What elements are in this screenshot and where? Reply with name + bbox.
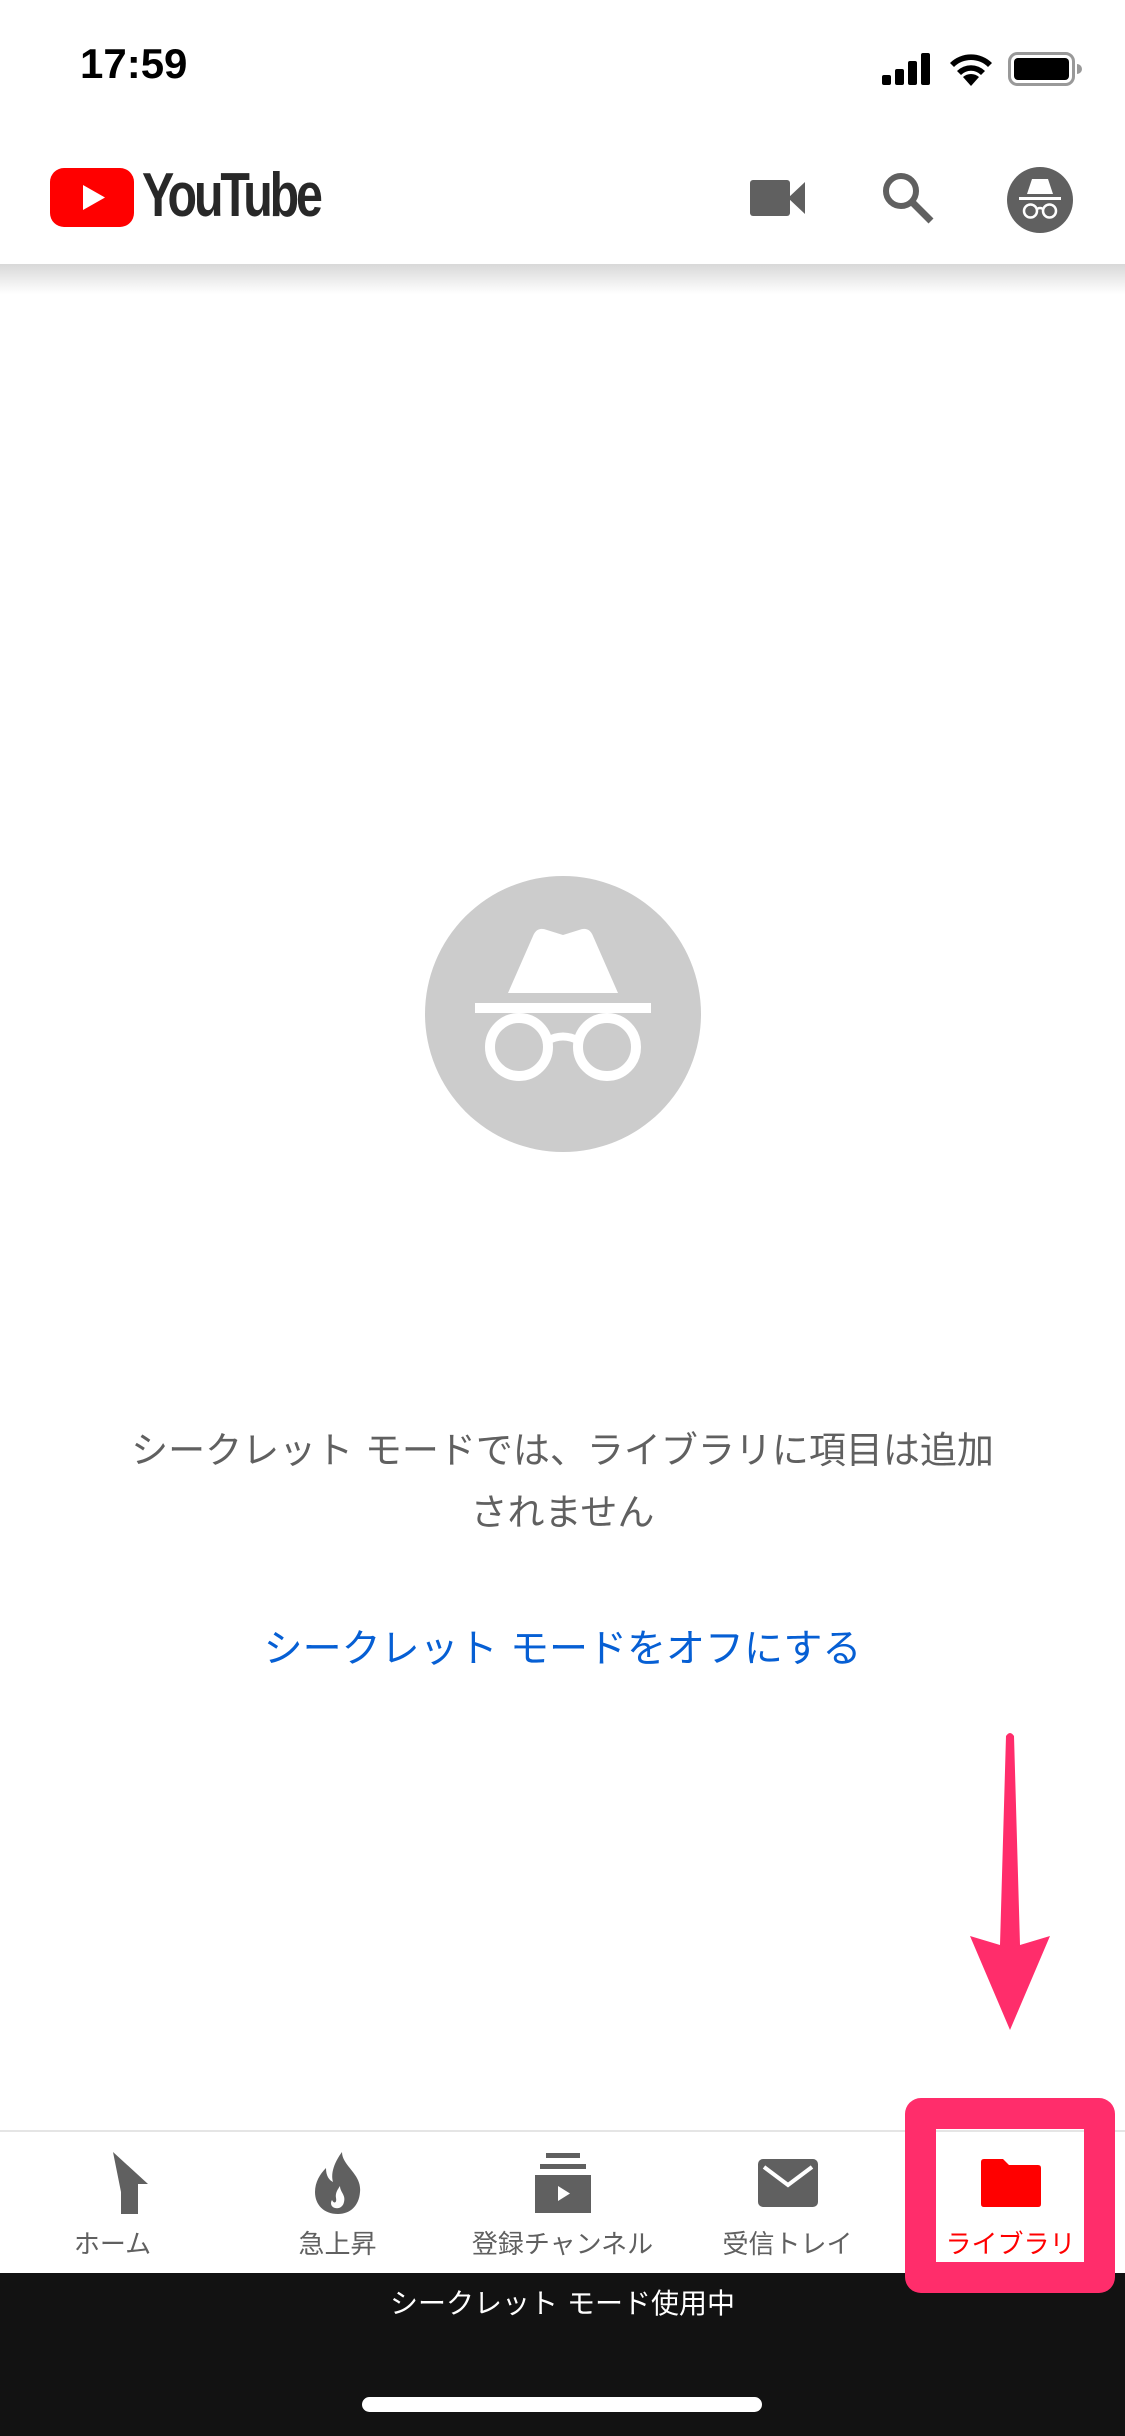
nav-label-inbox: 受信トレイ: [722, 2230, 853, 2260]
wifi-icon: [950, 54, 992, 86]
video-camera-icon: [750, 180, 805, 216]
subscriptions-icon: [534, 2153, 591, 2213]
battery-icon: [1008, 52, 1082, 86]
home-indicator[interactable]: [362, 2397, 762, 2412]
message-line-2: されません: [470, 1491, 655, 1534]
home-icon: [112, 2152, 148, 2214]
status-time: 17:59: [80, 40, 188, 87]
inbox-mail-icon: [757, 2159, 818, 2207]
annotation-highlight-box: [905, 2098, 1115, 2293]
youtube-logo-icon[interactable]: [50, 168, 134, 227]
incognito-avatar-icon: [1007, 167, 1073, 233]
nav-item-inbox[interactable]: 受信トレイ: [675, 2134, 900, 2272]
turn-off-incognito-link[interactable]: シークレット モードをオフにする: [100, 1620, 1025, 1680]
nav-label-trending: 急上昇: [298, 2230, 377, 2260]
upload-video-button[interactable]: [740, 160, 816, 236]
nav-item-trending[interactable]: 急上昇: [225, 2134, 450, 2272]
cellular-signal-icon: [882, 53, 930, 85]
search-button[interactable]: [870, 160, 946, 236]
youtube-logo-text[interactable]: YouTube: [142, 160, 323, 231]
nav-item-subscriptions[interactable]: 登録チャンネル: [450, 2134, 675, 2272]
account-button[interactable]: [1004, 164, 1076, 236]
search-icon: [883, 173, 934, 224]
nav-label-home: ホーム: [73, 2230, 152, 2260]
incognito-icon: [425, 876, 701, 1152]
annotation-arrow-down-icon: [970, 1733, 1050, 2030]
header-shadow: [0, 264, 1125, 294]
incognito-library-message: シークレット モードでは、ライブラリに項目は追加 されません: [80, 1420, 1045, 1544]
nav-label-subscriptions: 登録チャンネル: [471, 2230, 654, 2260]
message-line-1: シークレット モードでは、ライブラリに項目は追加: [131, 1429, 994, 1472]
trending-flame-icon: [314, 2152, 360, 2214]
nav-item-home[interactable]: ホーム: [0, 2134, 225, 2272]
